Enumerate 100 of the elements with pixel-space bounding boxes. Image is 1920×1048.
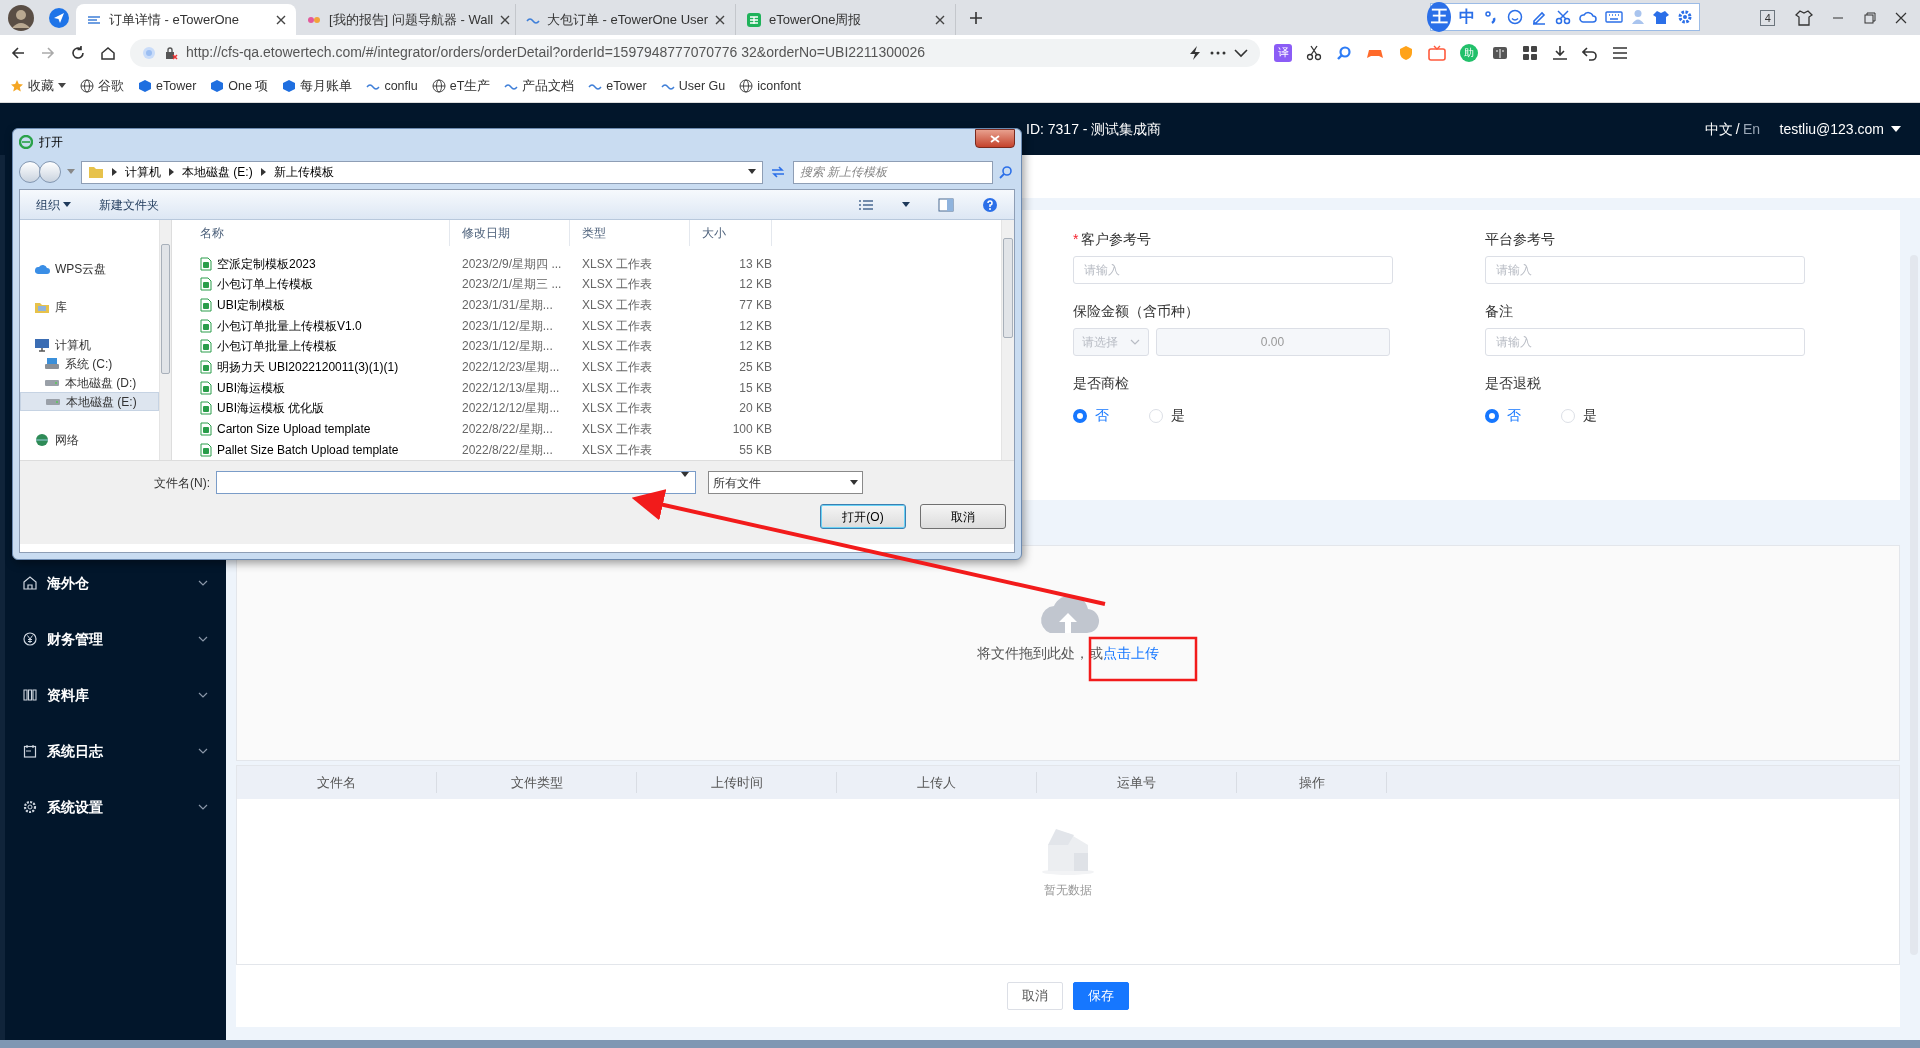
home-icon[interactable] xyxy=(100,44,116,61)
file-row[interactable]: 小包订单批量上传模板V1.0 2023/1/12/星期... XLSX 工作表 12 KB xyxy=(188,315,1001,337)
caret-icon[interactable] xyxy=(902,202,910,207)
bookmark[interactable]: One 项 xyxy=(210,76,269,96)
file-row[interactable]: Pallet Size Batch Upload template 2022/8/22/星期... XLSX 工作表 55 KB xyxy=(188,439,1001,460)
smiley-icon[interactable] xyxy=(1507,9,1523,25)
upload-link[interactable]: 点击上传 xyxy=(1103,645,1159,661)
file-row[interactable]: UBI定制模板 2023/1/31/星期... XLSX 工作表 77 KB xyxy=(188,294,1001,316)
view-icon[interactable] xyxy=(858,198,874,211)
sidebar-item[interactable]: 系统设置 xyxy=(5,779,226,835)
refresh-icon[interactable] xyxy=(769,164,787,180)
tree-item[interactable]: 本地磁盘 (E:) xyxy=(20,392,159,411)
book-icon[interactable] xyxy=(1492,44,1508,61)
file-row[interactable]: 空派定制模板2023 2023/2/9/星期四 ... XLSX 工作表 13 KB xyxy=(188,253,1001,275)
search-field[interactable]: 搜索 新上传模板 xyxy=(793,160,993,184)
help-icon[interactable] xyxy=(982,196,998,213)
bookmark[interactable]: 收藏 xyxy=(10,76,66,96)
more-icon[interactable] xyxy=(1210,49,1226,56)
tv-icon[interactable] xyxy=(1428,44,1446,61)
undo-icon[interactable] xyxy=(1582,44,1598,61)
tab-count[interactable]: 4 xyxy=(1760,9,1775,26)
scissors-icon[interactable] xyxy=(1306,44,1322,61)
toolbar-button[interactable]: 组织 xyxy=(36,195,72,214)
close-button[interactable] xyxy=(975,129,1015,148)
chevron-down-icon[interactable] xyxy=(1234,47,1248,58)
search-icon[interactable] xyxy=(1336,44,1352,61)
browser-tab[interactable]: 订单详情 - eTowerOne xyxy=(76,4,296,35)
filename-field[interactable] xyxy=(216,471,696,494)
close-icon[interactable] xyxy=(500,14,511,25)
bookmark[interactable]: eT生产 xyxy=(431,76,491,96)
radio-option[interactable]: 否 xyxy=(1073,405,1109,426)
close-icon[interactable] xyxy=(935,14,945,25)
cancel-button[interactable]: 取消 xyxy=(920,504,1006,529)
forward-button[interactable] xyxy=(39,161,61,183)
input-method-bar[interactable]: 王 中 xyxy=(1430,3,1700,31)
scrollbar[interactable] xyxy=(159,220,171,460)
shirt-icon[interactable] xyxy=(1653,9,1669,25)
cloud-icon[interactable] xyxy=(1579,9,1597,25)
column-header[interactable]: 名称 xyxy=(188,220,450,246)
sidebar-item[interactable]: 资料库 xyxy=(5,667,226,723)
bookmark[interactable]: 谷歌 xyxy=(80,76,124,96)
bookmark[interactable]: iconfont xyxy=(739,76,801,96)
input-field[interactable]: 请输入 xyxy=(1073,256,1393,284)
ime-mode[interactable]: 中 xyxy=(1459,5,1475,29)
keyboard-icon[interactable] xyxy=(1605,10,1623,24)
back-button[interactable] xyxy=(19,161,41,183)
download-icon[interactable] xyxy=(1552,44,1568,61)
breadcrumb-item[interactable]: 本地磁盘 (E:) xyxy=(182,163,253,181)
close-icon[interactable] xyxy=(715,14,726,25)
settings-icon[interactable] xyxy=(1677,9,1693,25)
bookmark[interactable]: eTower xyxy=(588,76,647,96)
bookmark[interactable]: User Gu xyxy=(660,76,726,96)
grid-icon[interactable] xyxy=(1522,44,1538,61)
tree-item[interactable]: 系统 (C:) xyxy=(20,354,159,373)
file-type-select[interactable]: 所有文件 xyxy=(708,471,863,494)
send-icon[interactable] xyxy=(47,6,70,29)
language-option[interactable]: En xyxy=(1742,118,1760,140)
tree-item[interactable]: 计算机 xyxy=(20,335,159,354)
file-row[interactable]: UBI海运模板 2022/12/13/星期... XLSX 工作表 15 KB xyxy=(188,377,1001,399)
language-current[interactable]: 中文 xyxy=(1704,118,1733,140)
radio-option[interactable]: 是 xyxy=(1149,405,1185,426)
bookmark[interactable]: 产品文档 xyxy=(504,76,575,96)
save-button[interactable]: 保存 xyxy=(1073,982,1129,1010)
file-row[interactable]: UBI海运模板 优化版 2022/12/12/星期... XLSX 工作表 20 KB xyxy=(188,398,1001,419)
radio-button[interactable] xyxy=(1485,408,1499,423)
column-header[interactable]: 修改日期 xyxy=(450,220,570,246)
open-button[interactable]: 打开(O) xyxy=(820,504,906,529)
menu-icon[interactable] xyxy=(1612,45,1628,60)
bookmark[interactable]: conflu xyxy=(366,76,418,96)
cancel-button[interactable]: 取消 xyxy=(1007,982,1063,1010)
toolbar-button[interactable]: 新建文件夹 xyxy=(99,195,160,214)
translate-extension[interactable]: 译 xyxy=(1274,43,1292,62)
preview-pane-icon[interactable] xyxy=(938,197,954,212)
sidebar-item[interactable]: 系统日志 xyxy=(5,723,226,779)
radio-option[interactable]: 是 xyxy=(1561,405,1597,426)
close-icon[interactable] xyxy=(1895,11,1907,24)
tree-item[interactable]: 库 xyxy=(20,297,159,316)
back-icon[interactable] xyxy=(10,44,26,61)
pen-icon[interactable] xyxy=(1531,9,1547,25)
caret-icon[interactable] xyxy=(748,169,756,175)
scrollbar-thumb[interactable] xyxy=(161,244,170,374)
user-menu[interactable]: testliu@123.com xyxy=(1779,118,1901,140)
reload-icon[interactable] xyxy=(70,44,86,61)
file-row[interactable]: Carton Size Upload template 2022/8/22/星期... XLSX 工作表 100 KB xyxy=(188,418,1001,440)
search-icon[interactable] xyxy=(999,165,1013,179)
file-row[interactable]: 小包订单批量上传模板 2023/1/12/星期... XLSX 工作表 12 KB xyxy=(188,336,1001,357)
plus-icon[interactable] xyxy=(969,11,983,26)
address-bar[interactable]: http://cfs-qa.etowertech.com/#/integrator/orders/orderDetail?orderId=1597948777070776 32&orderNo=UBI2211300026 xyxy=(130,38,1260,67)
scrollbar-thumb[interactable] xyxy=(1003,238,1013,338)
breadcrumb-bar[interactable]: 计算机 本地磁盘 (E:) 新上传模板 xyxy=(81,160,763,184)
close-icon[interactable] xyxy=(276,14,286,25)
bookmark[interactable]: 每月账单 xyxy=(282,76,353,96)
radio-button[interactable] xyxy=(1073,408,1087,423)
file-row[interactable]: 小包订单上传模板 2023/2/1/星期三 ... XLSX 工作表 12 KB xyxy=(188,274,1001,295)
shirt-icon[interactable] xyxy=(1794,8,1813,27)
input-field[interactable]: 请输入 xyxy=(1485,256,1805,284)
bookmark[interactable]: eTower xyxy=(138,76,197,96)
scrollbar[interactable] xyxy=(1001,220,1014,460)
tree-item[interactable]: WPS云盘 xyxy=(20,259,159,278)
radio-option[interactable]: 否 xyxy=(1485,405,1521,426)
